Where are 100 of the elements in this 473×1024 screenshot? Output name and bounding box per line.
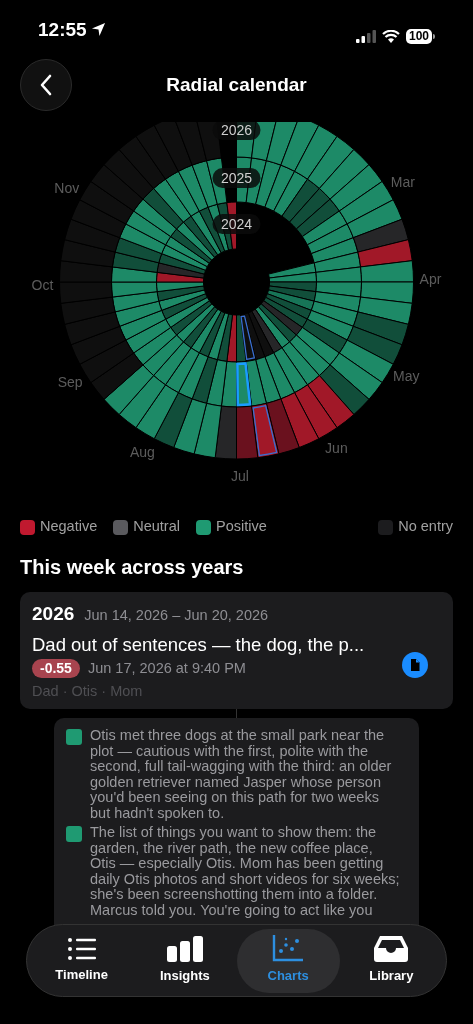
week-segment[interactable] <box>295 198 340 238</box>
week-segment[interactable] <box>70 325 127 365</box>
week-segment[interactable] <box>193 402 222 459</box>
week-segment[interactable] <box>173 398 208 455</box>
week-segment[interactable] <box>90 352 144 400</box>
week-segment[interactable] <box>306 309 354 341</box>
week-segment[interactable] <box>177 352 209 400</box>
week-segment[interactable] <box>70 199 127 239</box>
signal-icon <box>355 30 376 43</box>
week-segment[interactable] <box>264 352 296 400</box>
week-segment[interactable] <box>352 218 409 253</box>
week-segment[interactable] <box>346 199 403 239</box>
week-segment[interactable] <box>313 291 362 313</box>
week-segment[interactable] <box>329 164 383 212</box>
week-segment[interactable] <box>273 347 308 394</box>
week-segment[interactable] <box>294 124 338 180</box>
week-segment[interactable] <box>306 223 354 255</box>
legend-label: Positive <box>216 517 267 537</box>
week-segment[interactable] <box>318 364 370 415</box>
week-segment[interactable] <box>153 392 193 448</box>
week-segment[interactable] <box>313 251 362 273</box>
week-segment[interactable] <box>111 266 158 283</box>
week-segment[interactable] <box>307 135 355 189</box>
week-segment[interactable] <box>133 198 178 238</box>
location-arrow-icon <box>90 22 106 38</box>
week-segment[interactable] <box>206 359 228 407</box>
week-segment[interactable] <box>346 325 403 365</box>
week-segment[interactable] <box>245 359 267 407</box>
week-segment[interactable] <box>103 364 155 415</box>
week-segment[interactable] <box>153 178 192 223</box>
entry-date: Jun 17, 2026 at 9:40 PM <box>87 658 246 678</box>
week-segment[interactable] <box>173 122 208 166</box>
week-segment[interactable] <box>125 210 172 246</box>
week-segment[interactable] <box>114 300 163 327</box>
week-segment[interactable] <box>315 281 362 298</box>
tab-button[interactable]: Insights <box>133 928 237 993</box>
month-label: Sep <box>57 373 83 390</box>
week-segment[interactable] <box>329 352 383 400</box>
week-segment[interactable] <box>310 300 359 327</box>
week-highlight <box>240 315 255 360</box>
week-segment[interactable] <box>294 384 338 440</box>
list-icon <box>66 936 97 961</box>
week-segment[interactable] <box>119 309 167 341</box>
week-segment[interactable] <box>142 334 184 377</box>
week-segment[interactable] <box>281 341 320 386</box>
wifi-icon <box>381 30 400 43</box>
tab-button[interactable]: Library <box>339 928 443 993</box>
month-label: Apr <box>419 270 442 287</box>
week-segment[interactable] <box>352 311 409 346</box>
week-segment[interactable] <box>273 170 308 217</box>
legend-label: Neutral <box>133 517 180 537</box>
month-label: Nov <box>54 179 80 196</box>
week-segment[interactable] <box>191 356 218 404</box>
week-segment[interactable] <box>153 341 192 386</box>
section-heading: This week across years <box>19 555 245 580</box>
week-segment[interactable] <box>357 239 413 268</box>
week-segment[interactable] <box>301 318 348 354</box>
week-segment[interactable] <box>118 135 166 189</box>
week-segment[interactable] <box>142 187 184 230</box>
back-button[interactable] <box>20 59 72 111</box>
week-segment[interactable] <box>338 339 394 384</box>
week-segment[interactable] <box>338 180 394 225</box>
week-segment[interactable] <box>165 170 200 217</box>
week-segment[interactable] <box>191 160 218 208</box>
week-segment[interactable] <box>133 326 178 366</box>
week-segment[interactable] <box>177 164 209 212</box>
week-segment[interactable] <box>111 251 160 273</box>
week-segment[interactable] <box>90 164 144 212</box>
week-segment[interactable] <box>318 149 370 200</box>
week-segment[interactable] <box>114 237 163 264</box>
entry-title: Dad out of sentences — the dog, the p... <box>32 632 366 657</box>
tab-button[interactable]: Timeline <box>30 928 134 993</box>
week-segment[interactable] <box>119 223 167 255</box>
week-segment[interactable] <box>360 260 414 283</box>
week-segment[interactable] <box>125 318 172 354</box>
week-segment[interactable] <box>118 375 166 429</box>
week-segment[interactable] <box>165 347 200 394</box>
week-segment[interactable] <box>295 326 340 366</box>
week-segment[interactable] <box>111 291 160 313</box>
bar-chart-icon <box>166 935 203 962</box>
inbox-tray-icon <box>374 935 409 962</box>
week-segment[interactable] <box>310 237 359 264</box>
week-segment[interactable] <box>135 384 179 440</box>
week-segment[interactable] <box>281 178 320 223</box>
legend-label: Negative <box>40 517 98 537</box>
week-segment[interactable] <box>153 122 193 172</box>
battery-level: 100 <box>405 29 432 44</box>
week-segment[interactable] <box>255 356 282 404</box>
week-segment[interactable] <box>289 334 331 377</box>
week-segment[interactable] <box>255 160 282 208</box>
week-segment[interactable] <box>264 164 296 212</box>
week-segment[interactable] <box>135 124 179 180</box>
document-icon[interactable] <box>402 652 428 678</box>
tab-button[interactable]: Charts <box>236 928 340 993</box>
week-segment[interactable] <box>289 187 331 230</box>
week-segment[interactable] <box>357 296 413 325</box>
week-segment[interactable] <box>280 122 320 172</box>
week-segment[interactable] <box>79 180 135 225</box>
week-segment[interactable] <box>301 210 348 246</box>
week-segment[interactable] <box>307 375 355 429</box>
